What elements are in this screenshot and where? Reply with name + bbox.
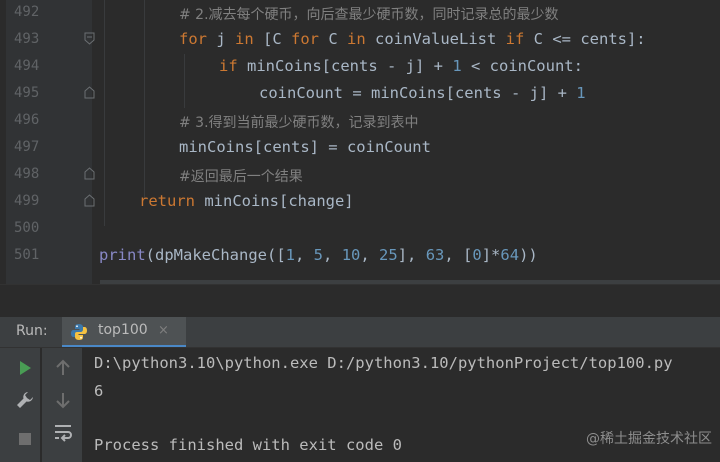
code-text: print(dpMakeChange([1, 5, 10, 25], 63, [… <box>99 246 538 264</box>
code-line[interactable]: 498 #返回最后一个结果 <box>0 162 720 189</box>
code-text: if minCoins[cents - j] + 1 < coinCount: <box>219 57 583 75</box>
code-line[interactable]: 499 return minCoins[change] <box>0 189 720 216</box>
line-number: 497 <box>14 139 40 155</box>
code-line[interactable]: 500 <box>0 216 720 243</box>
fold-end-icon[interactable] <box>84 86 95 99</box>
code-line[interactable]: 494 if minCoins[cents - j] + 1 < coinCou… <box>0 54 720 81</box>
line-number: 501 <box>14 247 40 263</box>
code-comment: #返回最后一个结果 <box>179 169 303 185</box>
code-line[interactable]: 501 print(dpMakeChange([1, 5, 10, 25], 6… <box>0 243 720 270</box>
down-arrow-icon[interactable] <box>51 388 75 412</box>
code-comment: # 3.得到当前最少硬币数，记录到表中 <box>179 115 419 131</box>
stop-icon[interactable] <box>13 427 37 451</box>
fold-end-icon[interactable] <box>84 194 95 207</box>
run-toolbar-right <box>42 348 82 462</box>
line-number: 495 <box>14 85 40 101</box>
code-text: coinCount = minCoins[cents - j] + 1 <box>259 84 586 102</box>
code-line[interactable]: 497 minCoins[cents] = coinCount <box>0 135 720 162</box>
code-line[interactable]: 493 for j in [C for C in coinValueList i… <box>0 27 720 54</box>
run-toolwindow-header: Run: top100 × <box>0 317 720 348</box>
line-number: 500 <box>14 220 40 236</box>
run-icon[interactable] <box>13 356 37 380</box>
python-icon <box>71 324 87 340</box>
console-program-output: 6 <box>94 382 104 400</box>
console-exit-message: Process finished with exit code 0 <box>94 436 402 454</box>
code-text: minCoins[cents] = coinCount <box>179 138 431 156</box>
fold-open-icon[interactable] <box>84 32 95 45</box>
line-number: 498 <box>14 166 40 182</box>
tab-top100[interactable]: top100 × <box>62 317 186 347</box>
code-line[interactable]: 495 coinCount = minCoins[cents - j] + 1 <box>0 81 720 108</box>
fold-end-icon[interactable] <box>84 167 95 180</box>
close-icon[interactable]: × <box>158 323 169 338</box>
console-command-line: D:\python3.10\python.exe D:/python3.10/p… <box>94 354 673 372</box>
soft-wrap-icon[interactable] <box>51 420 75 444</box>
code-line[interactable]: 496 # 3.得到当前最少硬币数，记录到表中 <box>0 108 720 135</box>
line-number: 493 <box>14 31 40 47</box>
wrench-icon[interactable] <box>13 388 37 412</box>
code-text: return minCoins[change] <box>139 192 354 210</box>
code-comment: # 2.减去每个硬币，向后查最少硬币数，同时记录总的最少数 <box>179 7 559 23</box>
watermark: @稀土掘金技术社区 <box>586 431 712 447</box>
panel-divider[interactable] <box>0 284 720 318</box>
line-number: 494 <box>14 58 40 74</box>
code-editor[interactable]: 492 # 2.减去每个硬币，向后查最少硬币数，同时记录总的最少数 493 fo… <box>0 0 720 284</box>
up-arrow-icon[interactable] <box>51 356 75 380</box>
line-number: 492 <box>14 4 40 20</box>
line-number: 499 <box>14 193 40 209</box>
code-line[interactable]: 492 # 2.减去每个硬币，向后查最少硬币数，同时记录总的最少数 <box>0 0 720 27</box>
line-number: 496 <box>14 112 40 128</box>
code-text: for j in [C for C in coinValueList if C … <box>179 30 646 48</box>
run-toolbar-left <box>0 348 40 462</box>
tab-label: top100 <box>98 322 148 338</box>
run-label: Run: <box>16 323 48 339</box>
